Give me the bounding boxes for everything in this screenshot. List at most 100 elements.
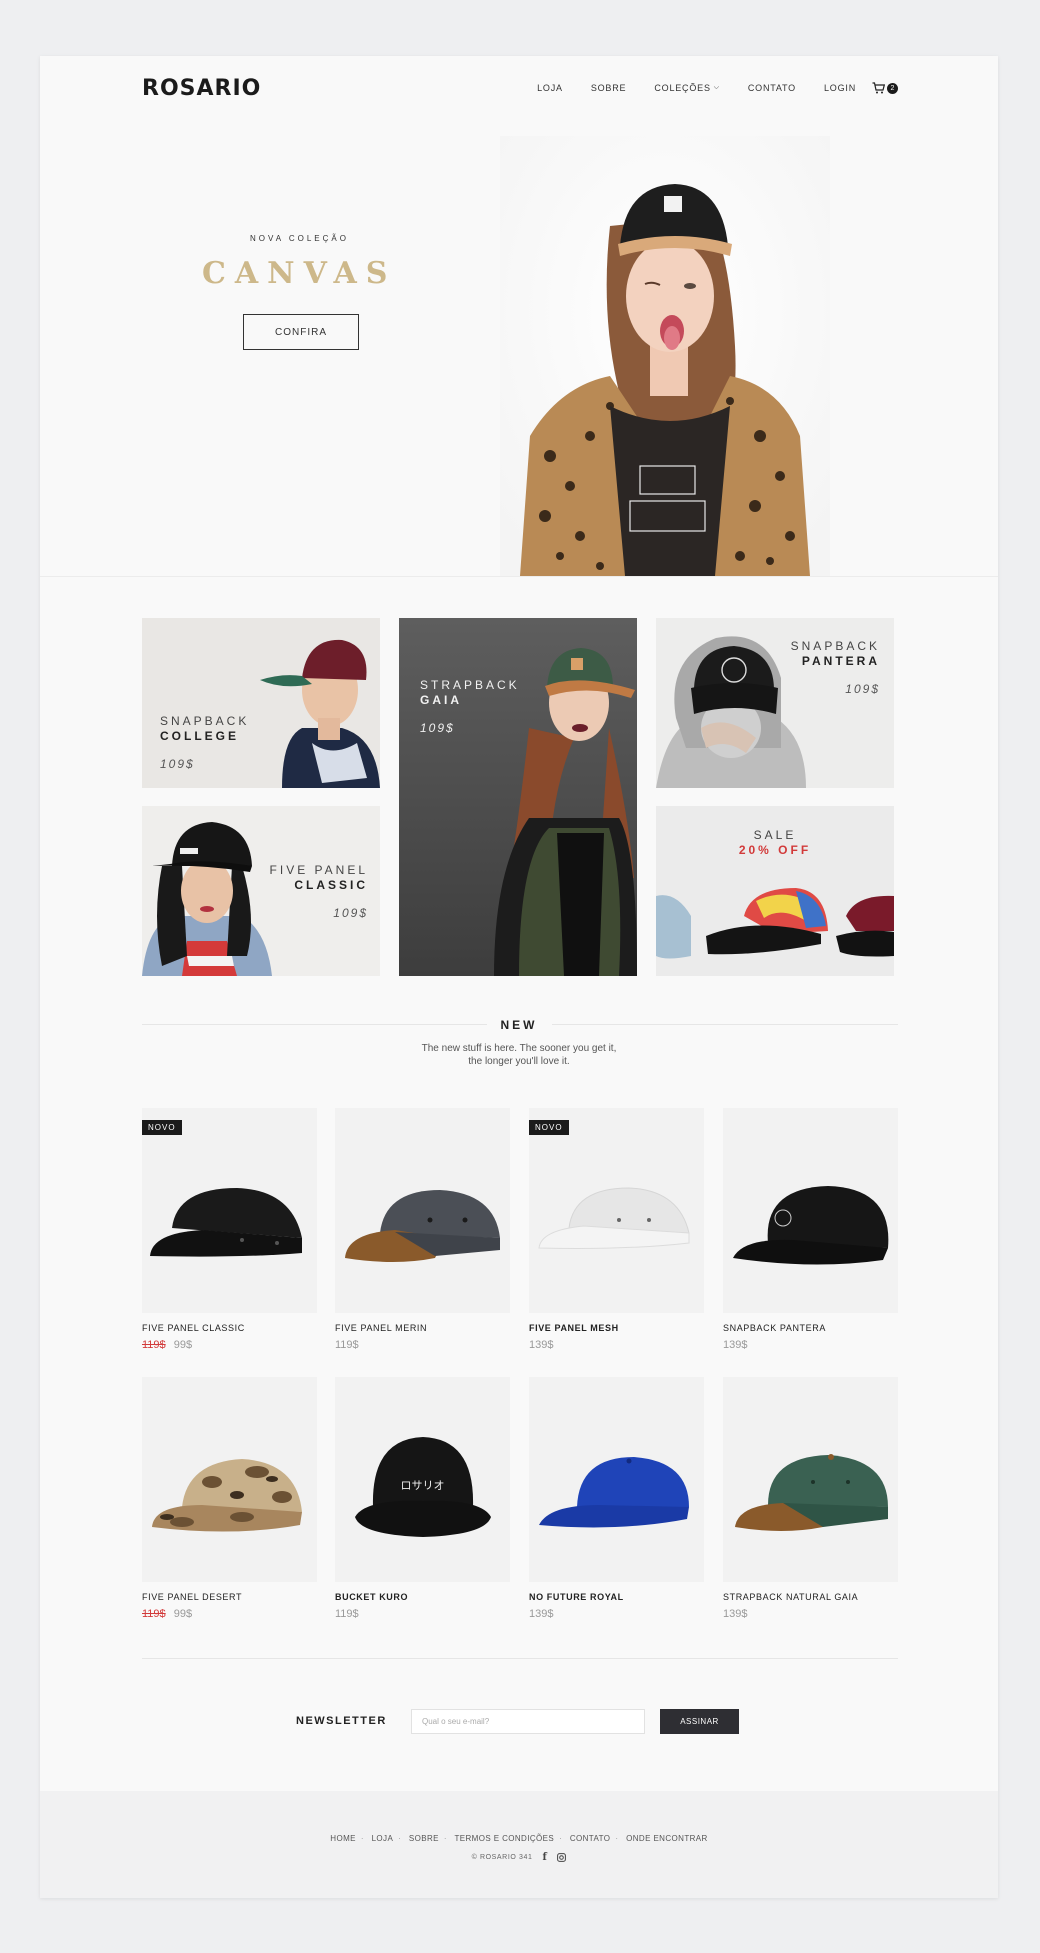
product-image[interactable]	[335, 1108, 510, 1313]
promo-college-price: 109$	[160, 757, 195, 771]
product-name[interactable]: BUCKET KURO	[335, 1592, 510, 1602]
newsletter-subscribe-button[interactable]: ASSINAR	[660, 1709, 739, 1734]
instagram-icon[interactable]	[557, 1853, 567, 1862]
facebook-icon[interactable]: f	[542, 1852, 547, 1863]
promo-pantera-line1: SNAPBACK	[790, 639, 880, 653]
cap-white-image	[538, 1187, 690, 1249]
product-card[interactable]: NO FUTURE ROYAL 139$	[529, 1377, 704, 1620]
product-price-row: 119$	[335, 1339, 510, 1351]
product-image[interactable]	[723, 1377, 898, 1582]
promo-pantera-line2: PANTERA	[801, 654, 880, 668]
product-name[interactable]: NO FUTURE ROYAL	[529, 1592, 704, 1602]
nav-colecoes[interactable]: COLEÇÕES ⌵	[654, 83, 720, 93]
product-new-badge: NOVO	[529, 1120, 569, 1135]
promo-gaia-line2: GAIA	[420, 693, 462, 707]
hero-divider	[40, 576, 998, 577]
footer-link-contato[interactable]: CONTATO	[570, 1834, 611, 1843]
footer-separator: ·	[443, 1834, 447, 1843]
main-nav: LOJA SOBRE COLEÇÕES ⌵ CONTATO LOGIN 2	[509, 82, 898, 94]
footer-link-onde-encontrar[interactable]: ONDE ENCONTRAR	[626, 1834, 708, 1843]
product-old-price: 119$	[142, 1339, 166, 1351]
nav-login[interactable]: LOGIN	[824, 83, 856, 93]
product-card[interactable]: SNAPBACK PANTERA 139$	[723, 1108, 898, 1351]
cart-button[interactable]: 2	[872, 82, 898, 94]
product-price-row: 119$ 99$	[142, 1608, 317, 1620]
hero-model-photo	[500, 136, 830, 576]
product-name[interactable]: FIVE PANEL MESH	[529, 1323, 704, 1333]
product-card[interactable]: FIVE PANEL MERIN 119$	[335, 1108, 510, 1351]
product-price-row: 139$	[529, 1339, 704, 1351]
nav-sobre[interactable]: SOBRE	[591, 83, 627, 93]
promo-tile-pantera[interactable]: SNAPBACK PANTERA 109$	[656, 618, 894, 788]
logo[interactable]: ROSARIO	[142, 76, 261, 101]
promo-classic-line1: FIVE PANEL	[269, 863, 368, 877]
promo-tile-gaia[interactable]: STRAPBACK GAIA 109$	[399, 618, 637, 976]
product-name[interactable]: FIVE PANEL MERIN	[335, 1323, 510, 1333]
footer-copyright: © ROSARIO 341	[471, 1854, 533, 1861]
product-name[interactable]: STRAPBACK NATURAL GAIA	[723, 1592, 898, 1602]
product-name[interactable]: FIVE PANEL CLASSIC	[142, 1323, 317, 1333]
product-image[interactable]	[723, 1108, 898, 1313]
product-price: 99$	[173, 1339, 193, 1351]
cart-count-badge: 2	[887, 82, 898, 94]
footer-links: HOME · LOJA · SOBRE · TERMOS E CONDIÇÕES · C…	[40, 1834, 998, 1843]
promo-tile-sale[interactable]: SALE 20% OFF	[656, 806, 894, 976]
footer-separator: ·	[559, 1834, 563, 1843]
product-price: 99$	[173, 1608, 193, 1620]
product-image[interactable]	[529, 1377, 704, 1582]
bucket-hat-print: ロサリオ	[400, 1479, 445, 1492]
new-section-title: NEW	[40, 1016, 998, 1034]
product-image[interactable]: NOVO	[142, 1108, 317, 1313]
product-card[interactable]: NOVO FIVE PANEL CLASSIC 119$ 99$	[142, 1108, 317, 1351]
footer-link-termos[interactable]: TERMOS E CONDIÇÕES	[454, 1834, 554, 1843]
nav-loja[interactable]: LOJA	[537, 83, 563, 93]
product-card[interactable]: STRAPBACK NATURAL GAIA 139$	[723, 1377, 898, 1620]
promo-pantera-price: 109$	[845, 682, 880, 696]
product-price: 119$	[335, 1339, 359, 1351]
product-price: 139$	[723, 1339, 748, 1351]
new-desc-line1: The new stuff is here. The sooner you ge…	[421, 1043, 617, 1054]
new-section-description: The new stuff is here. The sooner you ge…	[369, 1042, 669, 1068]
footer-bottom: © ROSARIO 341 f	[40, 1852, 998, 1863]
promo-gaia-price: 109$	[420, 721, 455, 735]
promo-college-line2: COLLEGE	[160, 729, 240, 743]
footer-link-loja[interactable]: LOJA	[372, 1834, 394, 1843]
promo-tile-college[interactable]: SNAPBACK COLLEGE 109$	[142, 618, 380, 788]
footer-separator: ·	[360, 1834, 364, 1843]
product-image[interactable]: ロサリオ	[335, 1377, 510, 1582]
newsletter-label: NEWSLETTER	[296, 1715, 387, 1727]
newsletter-email-input[interactable]	[411, 1709, 645, 1734]
product-card[interactable]: FIVE PANEL DESERT 119$ 99$	[142, 1377, 317, 1620]
nav-colecoes-label: COLEÇÕES	[654, 83, 711, 93]
product-price-row: 139$	[723, 1339, 898, 1351]
cart-icon	[872, 82, 885, 94]
cap-camo-image	[152, 1459, 302, 1532]
hero-title: CANVAS	[202, 256, 397, 291]
promo-sale-line1: SALE	[753, 828, 797, 842]
cap-black-image	[150, 1188, 302, 1257]
product-card[interactable]: ロサリオ BUCKET KURO 119$	[335, 1377, 510, 1620]
product-card[interactable]: NOVO FIVE PANEL MESH 139$	[529, 1108, 704, 1351]
product-price: 139$	[723, 1608, 748, 1620]
newsletter-divider	[142, 1658, 898, 1659]
new-desc-line2: the longer you'll love it.	[468, 1056, 570, 1067]
promo-gaia-line1: STRAPBACK	[420, 678, 520, 692]
product-price-row: 139$	[529, 1608, 704, 1620]
product-price-row: 139$	[723, 1608, 898, 1620]
page: NOVA COLEÇÃO CANVAS CONFIRA ROSARIO LOJA…	[40, 56, 998, 1898]
promo-tile-classic[interactable]: FIVE PANEL CLASSIC 109$	[142, 806, 380, 976]
footer-separator: ·	[615, 1834, 619, 1843]
product-price-row: 119$ 99$	[142, 1339, 317, 1351]
promo-classic-price: 109$	[333, 906, 368, 920]
nav-contato[interactable]: CONTATO	[748, 83, 796, 93]
footer-link-sobre[interactable]: SOBRE	[409, 1834, 439, 1843]
cap-grey-brown-image	[345, 1190, 500, 1262]
product-image[interactable]: NOVO	[529, 1108, 704, 1313]
hero-cta-button[interactable]: CONFIRA	[243, 314, 359, 350]
product-image[interactable]	[142, 1377, 317, 1582]
product-new-badge: NOVO	[142, 1120, 182, 1135]
product-name[interactable]: SNAPBACK PANTERA	[723, 1323, 898, 1333]
footer-link-home[interactable]: HOME	[330, 1834, 356, 1843]
product-price-row: 119$	[335, 1608, 510, 1620]
product-name[interactable]: FIVE PANEL DESERT	[142, 1592, 317, 1602]
